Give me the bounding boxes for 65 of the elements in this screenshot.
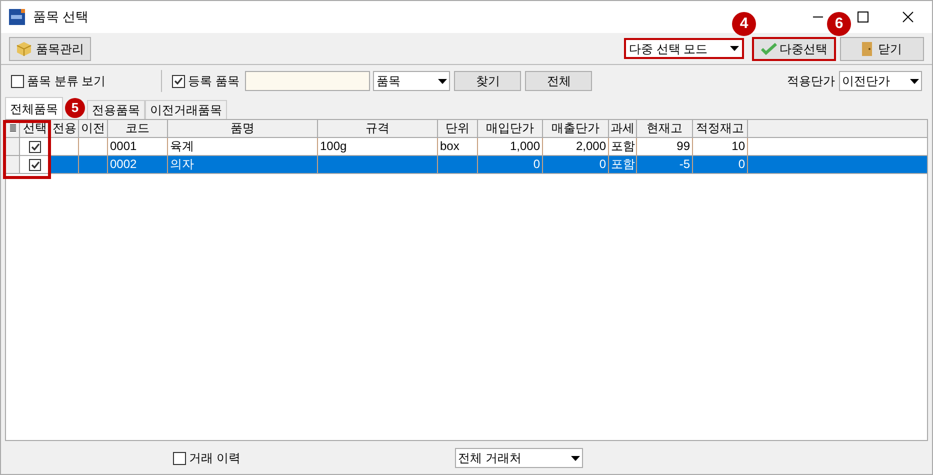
checkbox[interactable]: [29, 140, 41, 152]
find-button[interactable]: 찾기: [454, 71, 522, 91]
column-header: 이전: [79, 120, 108, 137]
search-field[interactable]: [245, 71, 370, 91]
dropdown-caret-icon: [438, 78, 448, 84]
column-header: 현재고: [637, 120, 693, 137]
dropdown-caret-icon: [571, 456, 580, 460]
table-cell: 0: [599, 157, 606, 171]
show-all-button[interactable]: 전체: [525, 71, 592, 91]
table-cell: -5: [679, 157, 690, 171]
checkbox-label: 품목 분류 보기: [27, 73, 106, 90]
checkbox[interactable]: [29, 158, 41, 170]
column-header: 코드: [108, 120, 168, 137]
column-header: 전용: [51, 120, 79, 137]
column-header: 적정재고: [693, 120, 748, 137]
column-header: 규격: [318, 120, 438, 137]
table-cell: 1,000: [510, 139, 540, 153]
partner-select[interactable]: 전체 거래처: [455, 448, 583, 468]
item-management-button[interactable]: 품목관리: [9, 36, 91, 60]
table-cell: 육계: [170, 139, 194, 153]
column-header: 선택: [20, 120, 51, 137]
column-header: 품명: [168, 120, 318, 137]
table-cell: 10: [732, 139, 745, 153]
table-row[interactable]: 0002 의자 0 0 포함 -5 0: [51, 156, 927, 173]
table-cell: 0: [738, 157, 745, 171]
tab[interactable]: 전체품목: [5, 97, 63, 119]
tab[interactable]: 이전거래품목: [145, 100, 227, 119]
table-cell: 100g: [320, 139, 347, 153]
table-cell: 2,000: [576, 139, 606, 153]
table-cell: 0002: [110, 157, 137, 171]
close-button[interactable]: 닫기: [840, 36, 924, 60]
box-icon: [16, 40, 32, 56]
dropdown-caret-icon: [730, 46, 739, 51]
price-select[interactable]: 이전단가: [839, 71, 922, 91]
tab[interactable]: 전용품목: [87, 100, 145, 119]
door-icon: [862, 42, 872, 56]
column-header: 단위: [438, 120, 478, 137]
checkbox-label: 등록 품목: [188, 73, 240, 90]
multi-select-button[interactable]: 다중선택: [752, 36, 836, 60]
column-menu-icon[interactable]: [10, 124, 16, 133]
window-title: 품목 선택: [33, 8, 89, 26]
price-label: 적용단가: [787, 73, 835, 90]
table-cell: 99: [676, 139, 690, 153]
checkmark-icon: [760, 42, 776, 54]
checkbox-label: 거래 이력: [189, 450, 240, 467]
highlight-frame: [3, 120, 51, 179]
table-cell: 의자: [170, 157, 194, 171]
table-cell: box: [440, 139, 460, 153]
dropdown-caret-icon: [910, 78, 919, 84]
maximize-icon[interactable]: [857, 11, 869, 23]
close-icon[interactable]: [902, 11, 914, 23]
checkbox[interactable]: [11, 74, 24, 88]
column-header: 매입단가: [478, 120, 543, 137]
checkbox[interactable]: [172, 74, 185, 88]
mode-select[interactable]: 다중 선택 모드: [624, 38, 744, 59]
column-header: 매출단가: [543, 120, 609, 137]
table-cell: 포함: [611, 157, 635, 171]
app-logo-icon: [9, 9, 25, 25]
step-badge: 5: [65, 98, 85, 118]
column-header: 과세: [609, 120, 637, 137]
table-cell: 포함: [611, 139, 635, 153]
search-type-select[interactable]: 품목: [373, 71, 450, 91]
checkbox[interactable]: [173, 452, 186, 464]
table-cell: 0001: [110, 139, 137, 153]
table-cell: 0: [533, 157, 540, 171]
